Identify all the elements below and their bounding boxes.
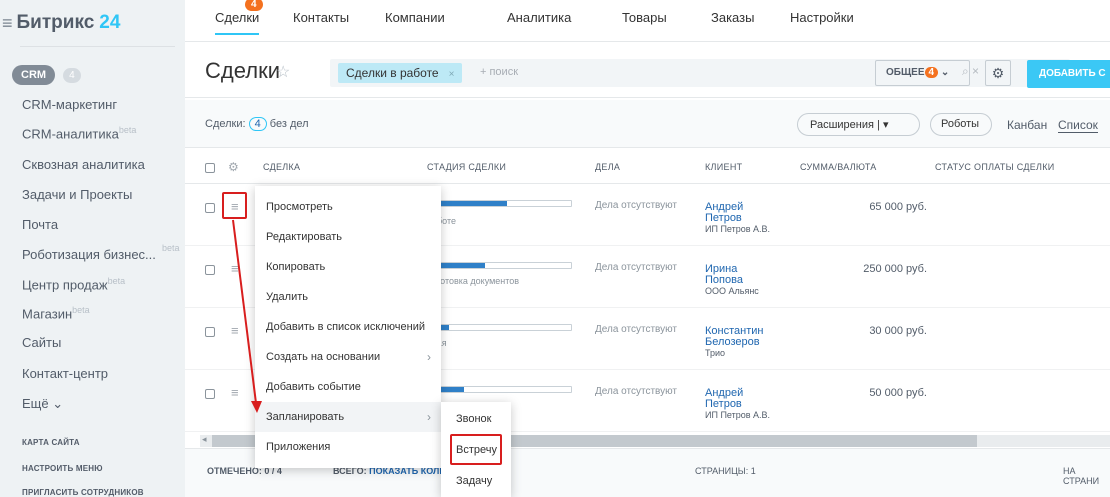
arrow-head xyxy=(251,401,262,413)
arrow-line xyxy=(232,219,257,404)
annotation-arrow xyxy=(232,219,262,413)
